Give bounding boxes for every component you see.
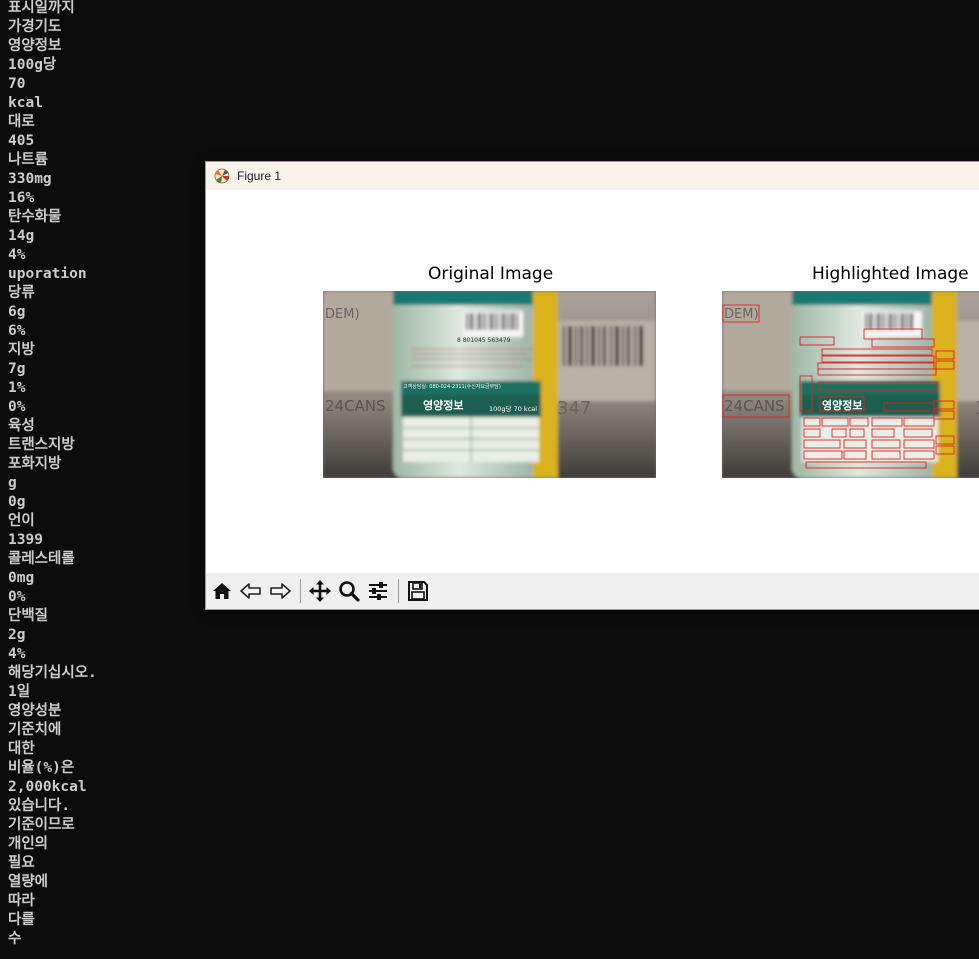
terminal-line: 개인의 — [8, 836, 49, 852]
terminal-line: 비율(%)은 — [8, 760, 75, 776]
terminal-line: 단백질 — [8, 608, 49, 624]
carton-text-2: 24CANS — [325, 397, 386, 415]
terminal-line: 콜레스테롤 — [8, 551, 75, 567]
matplotlib-app-icon — [214, 168, 230, 184]
barcode-number: 8 801045 563479 — [457, 337, 511, 344]
label-contact: 고객상담실: 080-024-2311(수신자요금부담) — [403, 383, 501, 390]
terminal-line: 405 — [8, 133, 35, 149]
carton-number: 347 — [975, 398, 979, 419]
back-button[interactable] — [237, 576, 265, 606]
terminal-line: 100g당 — [8, 57, 57, 73]
toolbar-separator — [300, 579, 301, 603]
terminal-output: 표시일까지가경기도영양정보 100g당 70 kcal 대로 405 나트륨 330mg 16%… — [8, 0, 97, 950]
label-per-serving: 100g당 70 kcal — [489, 404, 537, 413]
terminal-line: 16% — [8, 190, 35, 206]
configure-subplots-icon — [369, 582, 387, 600]
terminal-line: 다를 — [8, 912, 35, 928]
terminal-line: 14g — [8, 228, 35, 244]
zoom-magnifier-icon — [339, 581, 360, 602]
terminal-line: 탄수화물 — [8, 209, 62, 225]
terminal-line: 6g — [8, 304, 26, 320]
terminal-line: 육성 — [8, 418, 35, 434]
terminal-line: 2g — [8, 627, 26, 643]
terminal-line: 열량에 — [8, 874, 49, 890]
zoom-button[interactable] — [335, 576, 363, 606]
terminal-line: 1399 — [8, 532, 43, 548]
terminal-line: 0% — [8, 399, 26, 415]
pan-move-icon — [309, 580, 331, 602]
configure-subplots-button[interactable] — [364, 576, 392, 606]
highlighted-image-title: Highlighted Image — [812, 264, 969, 284]
carton-text-2: 24CANS — [724, 397, 785, 415]
terminal-line: 2,000kcal — [8, 779, 87, 795]
label-heading: 영양정보 — [423, 398, 463, 412]
terminal-line: 따라 — [8, 893, 35, 909]
terminal-line: 0mg — [8, 570, 35, 586]
forward-arrow-icon — [270, 583, 291, 599]
terminal-line: 필요 — [8, 855, 35, 871]
terminal-line: 언이 — [8, 513, 35, 529]
save-floppy-icon — [408, 581, 428, 601]
terminal-line: 7g — [8, 361, 26, 377]
terminal-line: 트랜스지방 — [8, 437, 75, 453]
home-button[interactable] — [208, 576, 236, 606]
figure-window[interactable]: Figure 1 Original Image Highlighted Imag… — [205, 161, 979, 610]
terminal-line: 기준이므로 — [8, 817, 75, 833]
terminal-line: 4% — [8, 247, 26, 263]
terminal-line: 가경기도 — [8, 19, 62, 35]
window-titlebar[interactable]: Figure 1 — [206, 162, 979, 190]
original-image-title: Original Image — [428, 264, 554, 284]
terminal-line: 영양정보 — [8, 38, 62, 54]
terminal-line: 기준치에 — [8, 722, 62, 738]
highlighted-image: DEM) 24CANS 영양정보 — [722, 291, 979, 478]
carton-text: DEM) — [724, 307, 759, 322]
terminal-line: 대한 — [8, 741, 35, 757]
terminal-line: 330mg — [8, 171, 52, 187]
terminal-line: 해당기십시오. — [8, 665, 97, 681]
terminal-line: 70 — [8, 76, 26, 92]
label-heading: 영양정보 — [822, 398, 862, 412]
window-title: Figure 1 — [237, 169, 282, 183]
terminal-line: 표시일까지 — [8, 0, 75, 16]
terminal-line: 지방 — [8, 342, 35, 358]
forward-button[interactable] — [266, 576, 294, 606]
terminal-line: 포화지방 — [8, 456, 62, 472]
terminal-line: 1일 — [8, 684, 31, 700]
terminal-line: 0g — [8, 494, 26, 510]
terminal-line: 수 — [8, 931, 22, 947]
toolbar-separator — [398, 579, 399, 603]
original-image: DEM) 24CANS 347 8 801045 563479 고객상담실: 0… — [323, 291, 656, 478]
back-arrow-icon — [240, 583, 261, 599]
terminal-line: uporation — [8, 266, 87, 282]
terminal-line: 6% — [8, 323, 26, 339]
carton-number: 347 — [557, 398, 591, 419]
terminal-line: 나트륨 — [8, 152, 49, 168]
terminal-line: 4% — [8, 646, 26, 662]
terminal-line: kcal — [8, 95, 43, 111]
carton-text: DEM) — [325, 307, 360, 322]
terminal-line: 1% — [8, 380, 26, 396]
terminal-line: 0% — [8, 589, 26, 605]
pan-button[interactable] — [306, 576, 334, 606]
figure-canvas[interactable]: Original Image Highlighted Image DEM) 24… — [206, 190, 979, 573]
navigation-toolbar — [206, 573, 979, 609]
terminal-line: 있습니다. — [8, 798, 71, 814]
terminal-line: 영양성분 — [8, 703, 62, 719]
home-icon — [213, 583, 231, 599]
save-button[interactable] — [404, 576, 432, 606]
terminal-line: 당류 — [8, 285, 35, 301]
terminal-line: g — [8, 475, 17, 491]
terminal-line: 대로 — [8, 114, 35, 130]
